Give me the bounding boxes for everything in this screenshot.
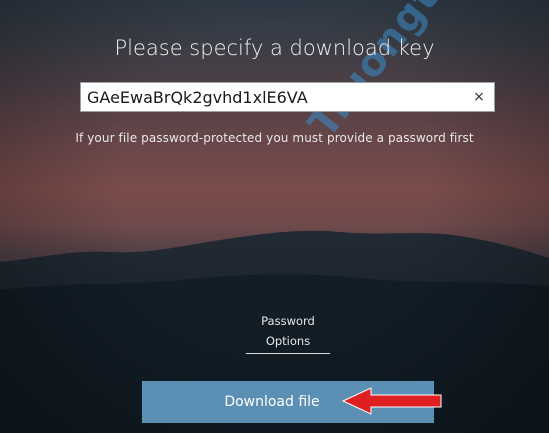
password-options-label-line2: Options	[265, 334, 311, 348]
download-key-field[interactable]: ×	[80, 82, 495, 112]
download-key-window: Truongtin.top Please specify a download …	[0, 0, 549, 433]
close-icon[interactable]: ×	[472, 89, 486, 105]
background-vignette	[0, 0, 549, 433]
download-key-input[interactable]	[87, 85, 467, 109]
password-hint-text: If your file password-protected you must…	[75, 131, 474, 145]
arrow-left-icon	[341, 387, 442, 415]
download-file-button-label: Download file	[224, 394, 320, 410]
page-title: Please specify a download key	[114, 36, 435, 60]
password-options-label-line1: Password	[261, 314, 315, 328]
password-options-link[interactable]: Password Options	[246, 311, 330, 354]
password-options-underline	[246, 353, 330, 354]
